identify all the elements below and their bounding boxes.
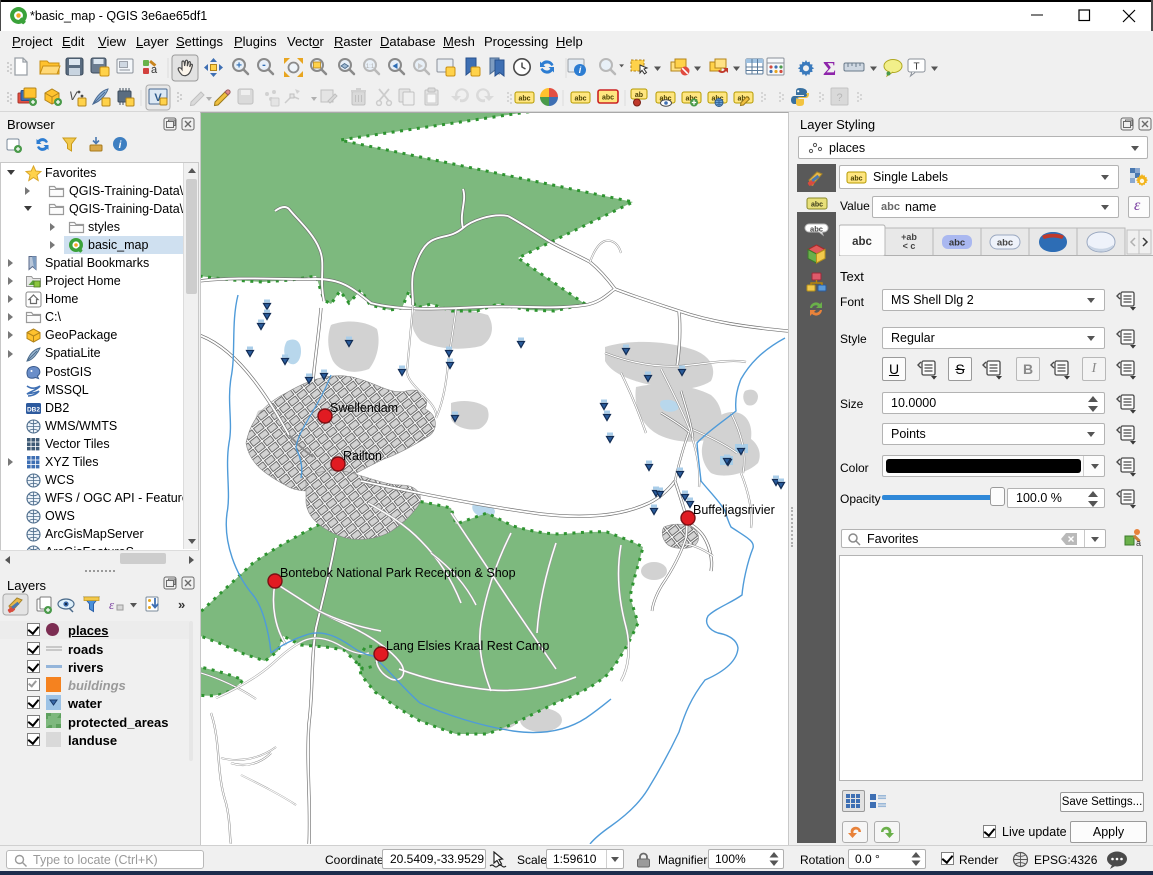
svg-text:1:1: 1:1	[366, 64, 375, 70]
svg-text:ab: ab	[635, 92, 643, 99]
svg-text:Bontebok National Park Recepti: Bontebok National Park Reception & Shop	[280, 566, 516, 580]
svg-text:abc: abc	[518, 96, 530, 103]
svg-text:abc: abc	[811, 202, 823, 209]
svg-text:a: a	[1136, 538, 1141, 548]
svg-text:DB2: DB2	[27, 407, 40, 414]
svg-text:?: ?	[836, 92, 842, 104]
svg-text:Buffeljagsrivier: Buffeljagsrivier	[693, 503, 775, 517]
svg-text:+: +	[236, 61, 242, 72]
svg-text:Lang Elsies Kraal Rest Camp: Lang Elsies Kraal Rest Camp	[386, 639, 549, 653]
svg-text:i: i	[119, 140, 122, 151]
svg-text:Swellendam: Swellendam	[330, 401, 398, 415]
svg-text:abc: abc	[997, 238, 1013, 249]
svg-text:abc: abc	[810, 225, 823, 234]
svg-text:Σ: Σ	[823, 58, 836, 80]
svg-text:< c: < c	[903, 241, 916, 251]
svg-text:Railton: Railton	[343, 449, 382, 463]
svg-text:abc: abc	[602, 95, 614, 102]
svg-text:V: V	[69, 89, 78, 103]
svg-text:-: -	[262, 59, 266, 71]
svg-text:»: »	[178, 597, 185, 612]
svg-text:abc: abc	[949, 238, 965, 249]
svg-text:abc: abc	[850, 176, 862, 183]
svg-text:T: T	[913, 62, 919, 73]
svg-text:ε: ε	[109, 597, 115, 612]
svg-text:abc: abc	[852, 236, 872, 248]
svg-text:abc: abc	[574, 96, 586, 103]
